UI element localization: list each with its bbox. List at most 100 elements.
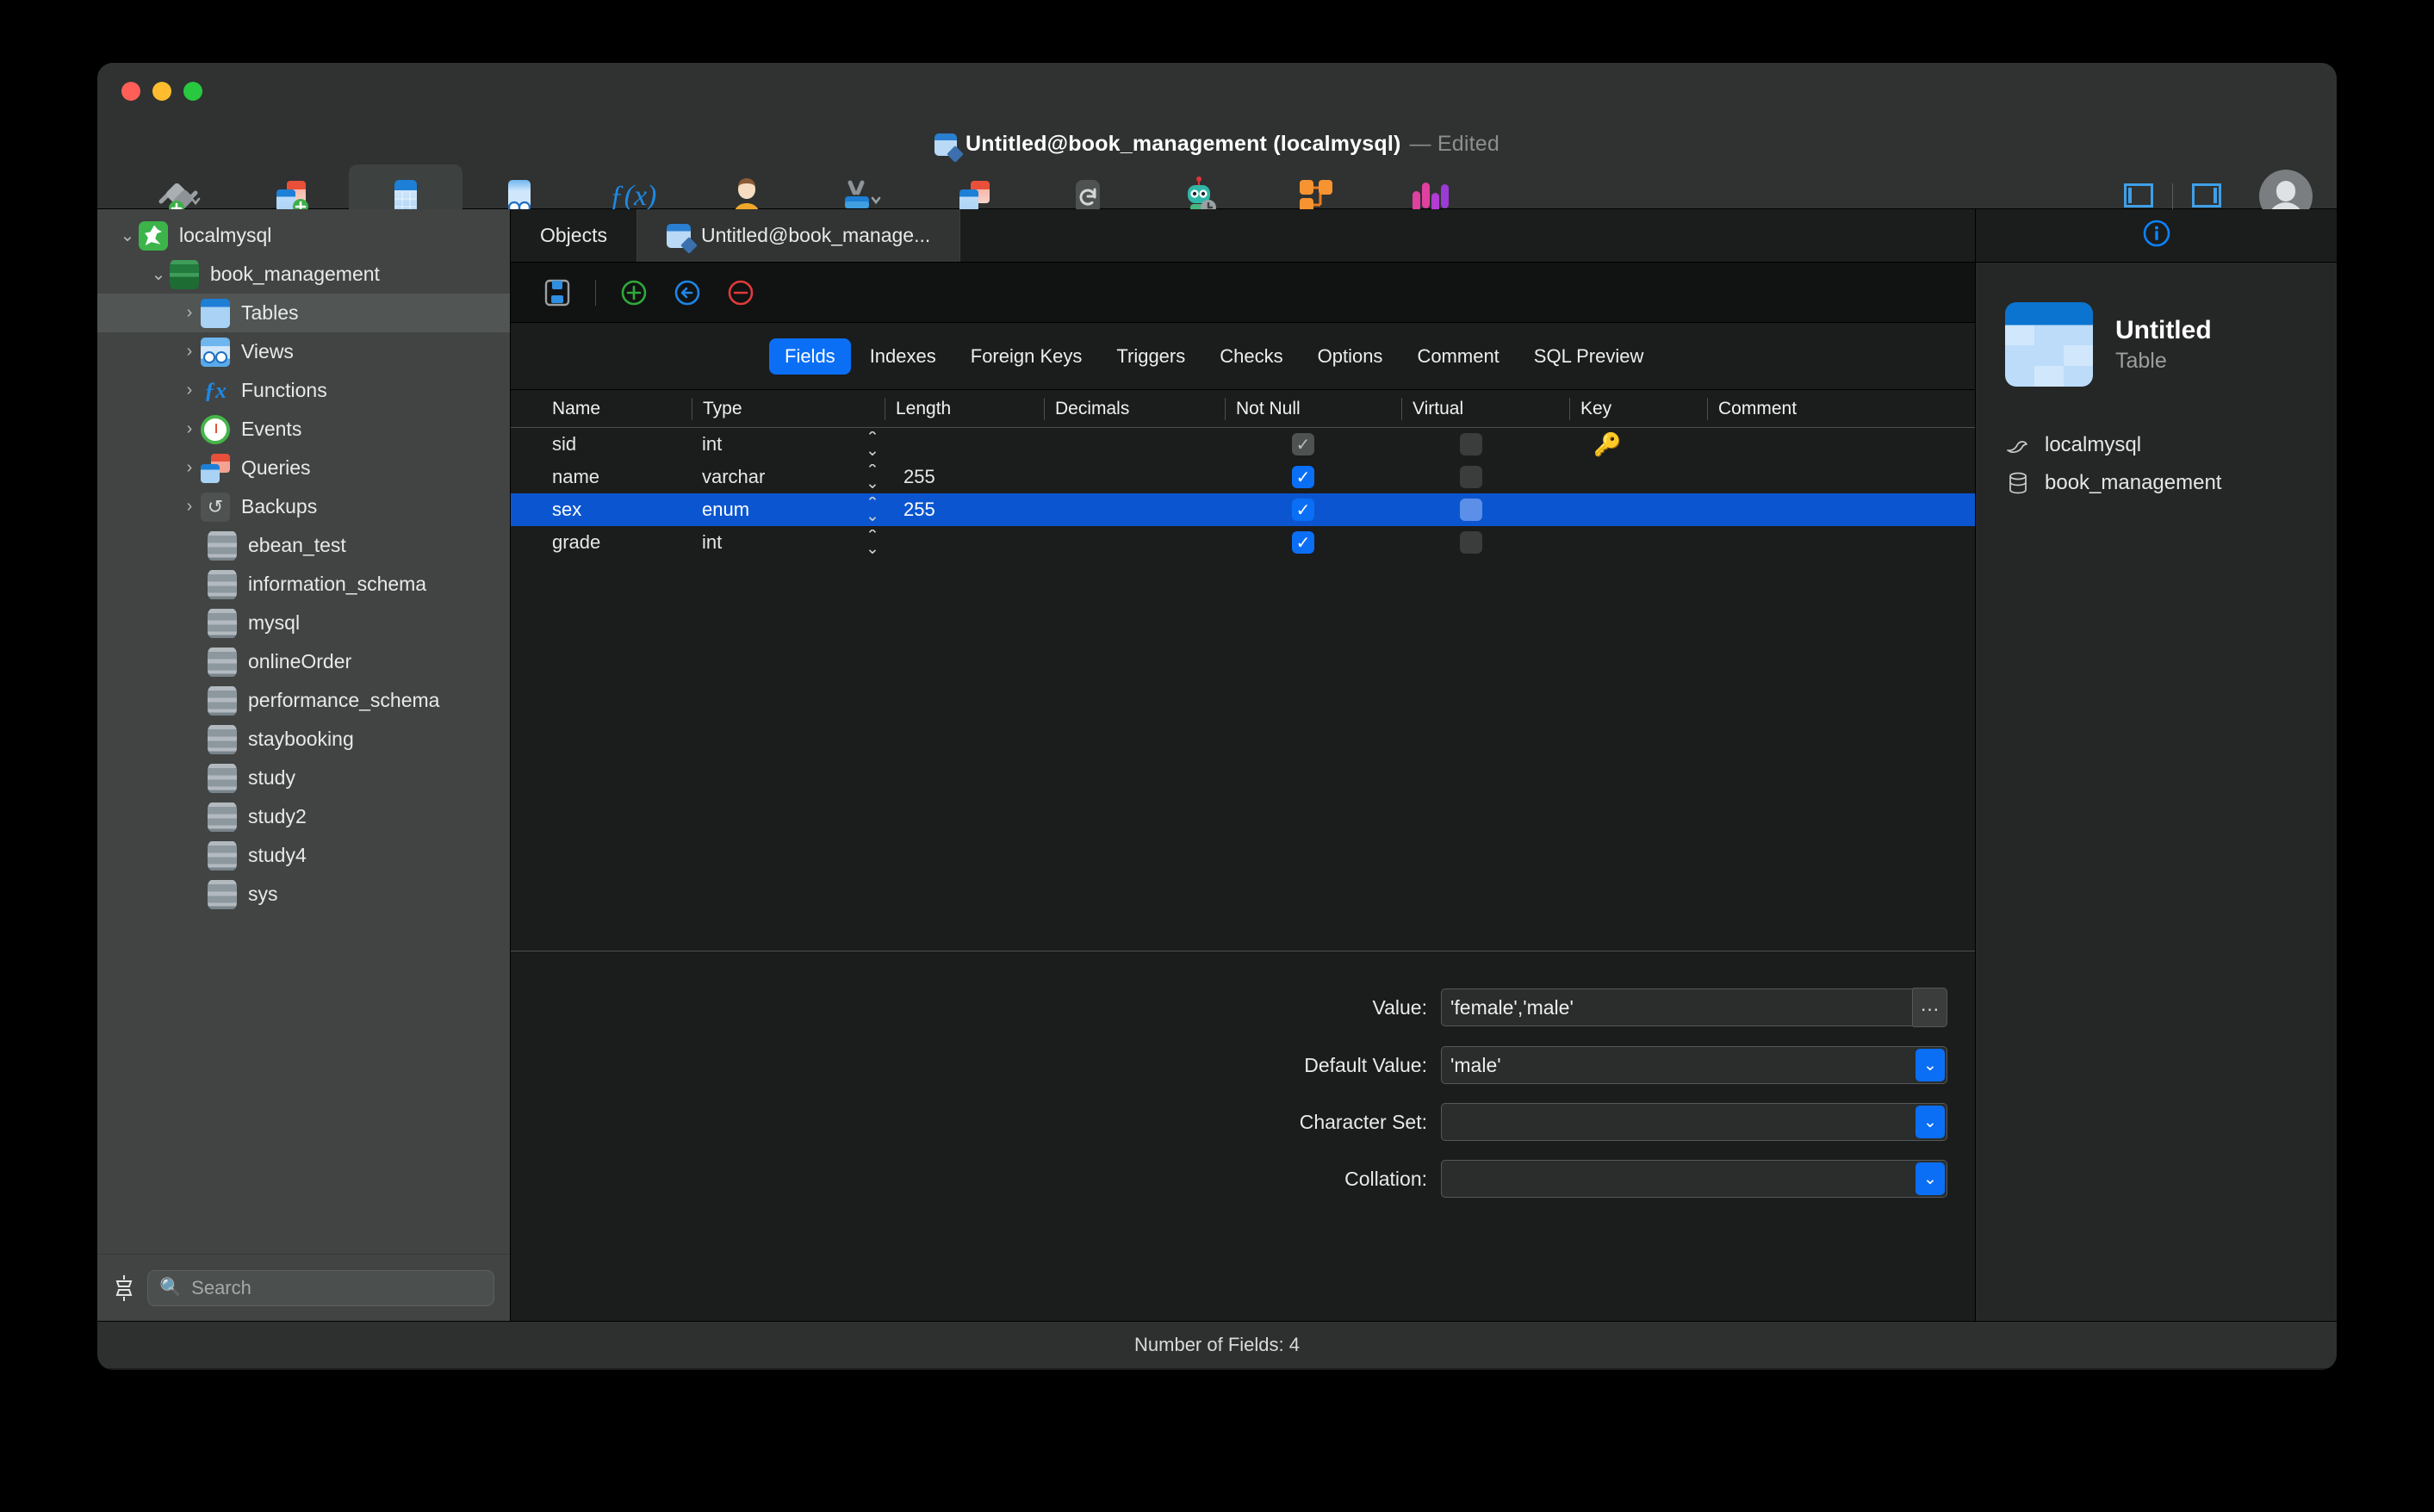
tree-item-study4[interactable]: study4 (97, 836, 510, 875)
type-stepper-icon[interactable]: ⌃⌄ (855, 464, 885, 490)
chevron-right-icon[interactable]: › (178, 457, 201, 480)
toggle-right-sidebar-button[interactable] (2192, 183, 2221, 212)
cell-not-null[interactable]: ✓ (1225, 433, 1401, 455)
not-null-checkbox[interactable]: ✓ (1292, 466, 1314, 488)
virtual-checkbox[interactable]: ✓ (1460, 433, 1482, 455)
type-stepper-icon[interactable]: ⌃⌄ (855, 497, 885, 523)
tree-item-sys[interactable]: sys (97, 875, 510, 914)
virtual-checkbox[interactable]: ✓ (1460, 466, 1482, 488)
tree-item-queries[interactable]: › Queries (97, 449, 510, 487)
cell-virtual[interactable]: ✓ (1401, 466, 1569, 488)
cell-length[interactable]: 255 (885, 466, 1044, 488)
cell-not-null[interactable]: ✓ (1225, 531, 1401, 554)
tab-triggers[interactable]: Triggers (1101, 338, 1201, 375)
tab-objects[interactable]: Objects (511, 209, 637, 262)
tab-indexes[interactable]: Indexes (854, 338, 952, 375)
not-null-checkbox[interactable]: ✓ (1292, 499, 1314, 521)
cell-type[interactable]: int (692, 531, 855, 554)
not-null-checkbox[interactable]: ✓ (1292, 433, 1314, 455)
default-value-combo[interactable]: 'male' ⌄ (1441, 1046, 1947, 1084)
chevron-down-icon[interactable]: ⌄ (116, 225, 139, 247)
virtual-checkbox[interactable]: ✓ (1460, 499, 1482, 521)
tree-item-mysql[interactable]: mysql (97, 604, 510, 642)
type-stepper-icon[interactable]: ⌃⌄ (855, 431, 885, 457)
tree-item-study[interactable]: study (97, 759, 510, 797)
collation-field[interactable] (1441, 1160, 1947, 1198)
tree-item-backups[interactable]: › ↺ Backups (97, 487, 510, 526)
tree-item-information-schema[interactable]: information_schema (97, 565, 510, 604)
toggle-left-sidebar-button[interactable] (2124, 183, 2153, 212)
cell-name[interactable]: name (511, 466, 692, 488)
save-icon[interactable] (542, 277, 573, 308)
default-value-field[interactable]: 'male' (1441, 1046, 1947, 1084)
cell-length[interactable]: 255 (885, 499, 1044, 521)
minimize-window-button[interactable] (152, 82, 171, 101)
chevron-right-icon[interactable]: › (178, 302, 201, 325)
column-header-virtual[interactable]: Virtual (1401, 398, 1569, 420)
tab-foreign-keys[interactable]: Foreign Keys (955, 338, 1098, 375)
not-null-checkbox[interactable]: ✓ (1292, 531, 1314, 554)
tree-item-book-management[interactable]: ⌄ book_management (97, 255, 510, 294)
tree-item-tables[interactable]: › Tables (97, 294, 510, 332)
tree-item-onlineorder[interactable]: onlineOrder (97, 642, 510, 681)
cell-virtual[interactable]: ✓ (1401, 433, 1569, 455)
collation-combo[interactable]: ⌄ (1441, 1160, 1947, 1198)
table-row[interactable]: grade int ⌃⌄ ✓ ✓ (511, 526, 1975, 559)
value-more-button[interactable]: … (1913, 988, 1947, 1027)
search-input[interactable] (191, 1277, 482, 1299)
table-row[interactable]: name varchar ⌃⌄ 255 ✓ ✓ (511, 461, 1975, 493)
minus-circle-icon[interactable] (725, 277, 756, 308)
tree-item-views[interactable]: › Views (97, 332, 510, 371)
chevron-down-icon[interactable]: ⌄ (1916, 1049, 1945, 1081)
column-header-key[interactable]: Key (1569, 398, 1707, 420)
tree-item-localmysql[interactable]: ⌄ localmysql (97, 216, 510, 255)
cell-name[interactable]: grade (511, 531, 692, 554)
type-stepper-icon[interactable]: ⌃⌄ (855, 530, 885, 555)
chevron-right-icon[interactable]: › (178, 341, 201, 363)
chevron-down-icon[interactable]: ⌄ (1916, 1162, 1945, 1195)
cell-type[interactable]: enum (692, 499, 855, 521)
cell-virtual[interactable]: ✓ (1401, 499, 1569, 521)
column-header-decimals[interactable]: Decimals (1044, 398, 1225, 420)
cell-type[interactable]: int (692, 433, 855, 455)
close-window-button[interactable] (121, 82, 140, 101)
cell-name[interactable]: sid (511, 433, 692, 455)
plus-circle-icon[interactable] (618, 277, 649, 308)
tree-item-study2[interactable]: study2 (97, 797, 510, 836)
cell-not-null[interactable]: ✓ (1225, 499, 1401, 521)
tree-item-functions[interactable]: › ƒx Functions (97, 371, 510, 410)
maximize-window-button[interactable] (183, 82, 202, 101)
cell-type[interactable]: varchar (692, 466, 855, 488)
value-field[interactable]: 'female','male' (1441, 988, 1913, 1026)
arrow-left-circle-icon[interactable] (672, 277, 703, 308)
tab-sql-preview[interactable]: SQL Preview (1518, 338, 1660, 375)
search-box[interactable]: 🔍 (147, 1270, 494, 1306)
info-icon[interactable] (2142, 219, 2171, 252)
chevron-right-icon[interactable]: › (178, 418, 201, 441)
cell-virtual[interactable]: ✓ (1401, 531, 1569, 554)
cell-name[interactable]: sex (511, 499, 692, 521)
tree-item-ebean-test[interactable]: ebean_test (97, 526, 510, 565)
table-row[interactable]: sid int ⌃⌄ ✓ ✓ 🔑 (511, 428, 1975, 461)
column-header-type[interactable]: Type (692, 398, 885, 420)
tree-item-events[interactable]: › Events (97, 410, 510, 449)
tab-options[interactable]: Options (1302, 338, 1399, 375)
tab-checks[interactable]: Checks (1204, 338, 1298, 375)
chevron-down-icon[interactable]: ⌄ (147, 263, 170, 286)
column-header-not-null[interactable]: Not Null (1225, 398, 1401, 420)
cell-not-null[interactable]: ✓ (1225, 466, 1401, 488)
column-header-length[interactable]: Length (885, 398, 1044, 420)
chevron-down-icon[interactable]: ⌄ (1916, 1106, 1945, 1138)
tree-item-performance-schema[interactable]: performance_schema (97, 681, 510, 720)
tab-untitled-book-management[interactable]: Untitled@book_manage... (637, 209, 960, 262)
character-set-combo[interactable]: ⌄ (1441, 1103, 1947, 1141)
table-row[interactable]: sex enum ⌃⌄ 255 ✓ ✓ (511, 493, 1975, 526)
column-header-name[interactable]: Name (511, 398, 692, 420)
chevron-right-icon[interactable]: › (178, 496, 201, 518)
cell-key[interactable]: 🔑 (1569, 431, 1707, 458)
chevron-right-icon[interactable]: › (178, 380, 201, 402)
tree-item-staybooking[interactable]: staybooking (97, 720, 510, 759)
column-header-comment[interactable]: Comment (1707, 398, 1975, 420)
tab-fields[interactable]: Fields (769, 338, 851, 375)
tab-comment[interactable]: Comment (1401, 338, 1514, 375)
